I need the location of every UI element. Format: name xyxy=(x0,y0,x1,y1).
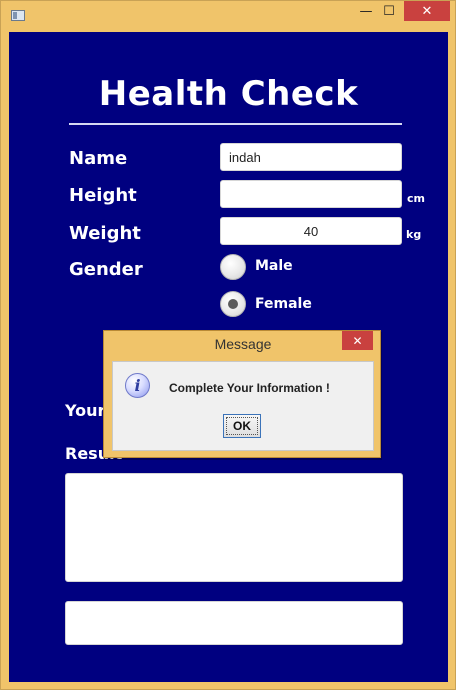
dialog-message: Complete Your Information ! xyxy=(169,381,330,395)
result-output-field[interactable] xyxy=(65,601,403,645)
female-label: Female xyxy=(255,296,312,312)
title-divider xyxy=(69,123,402,125)
message-dialog: Message ✕ i Complete Your Information ! … xyxy=(103,330,381,458)
height-unit: cm xyxy=(407,192,425,205)
page-title: Health Check xyxy=(98,74,359,114)
female-radio[interactable] xyxy=(220,291,246,317)
dialog-close-button[interactable]: ✕ xyxy=(342,331,373,350)
app-icon xyxy=(11,10,25,21)
name-input[interactable] xyxy=(220,143,402,171)
name-label: Name xyxy=(69,148,128,169)
dialog-body: i Complete Your Information ! OK xyxy=(112,361,374,451)
weight-unit: kg xyxy=(406,228,422,241)
close-button[interactable]: ✕ xyxy=(404,1,450,21)
dialog-title: Message xyxy=(214,336,272,352)
ok-button[interactable]: OK xyxy=(223,414,261,438)
window-titlebar[interactable]: — ☐ ✕ xyxy=(1,1,456,31)
your-label-partial: Your xyxy=(65,401,106,420)
ok-button-label: OK xyxy=(233,419,251,433)
weight-label: Weight xyxy=(69,223,141,244)
male-label: Male xyxy=(255,258,293,274)
male-radio[interactable] xyxy=(220,254,246,280)
weight-input[interactable] xyxy=(220,217,402,245)
gender-label: Gender xyxy=(69,259,143,280)
result-textarea[interactable] xyxy=(65,473,403,582)
info-icon: i xyxy=(125,373,150,398)
height-input[interactable] xyxy=(220,180,402,208)
height-label: Height xyxy=(69,185,137,206)
maximize-button[interactable]: ☐ xyxy=(375,1,403,21)
